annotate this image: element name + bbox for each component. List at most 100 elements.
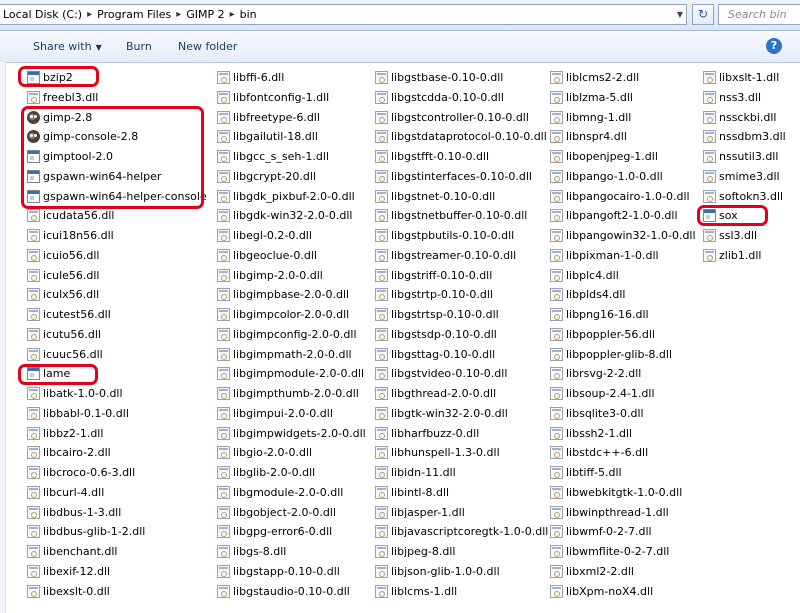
dll-file-icon: [27, 387, 40, 400]
dll-file-icon: [217, 110, 230, 124]
file-name: libgstrtsp-0.10-0.dll: [391, 308, 499, 321]
dll-file-icon: [217, 71, 230, 84]
dll-file-icon: [550, 525, 563, 539]
file-name: libffi-6.dll: [233, 71, 285, 84]
burn-button[interactable]: Burn: [126, 40, 152, 53]
dll-file-icon: [217, 229, 230, 242]
file-name: libgimpthumb-2.0-0.dll: [233, 387, 359, 400]
dll-file-icon: [703, 189, 716, 203]
dll-file-icon: [550, 387, 563, 400]
refresh-icon[interactable]: ↻: [692, 4, 714, 25]
help-icon[interactable]: ?: [766, 38, 782, 54]
dll-file-icon: [550, 327, 563, 341]
file-name: libgthread-2.0-0.dll: [391, 387, 497, 400]
dll-file-icon: [703, 130, 716, 144]
breadcrumb-separator-icon[interactable]: ▸: [228, 9, 237, 20]
breadcrumb-bin[interactable]: bin: [237, 8, 260, 21]
file-name: librsvg-2-2.dll: [566, 367, 642, 381]
breadcrumb-gimp2[interactable]: GIMP 2: [183, 8, 227, 21]
dll-file-icon: [375, 189, 388, 203]
file-name: libexif-12.dll: [43, 564, 111, 578]
dll-file-icon: [217, 288, 230, 302]
command-bar: Share with ▼ Burn New folder ?: [0, 31, 800, 63]
breadcrumb-separator-icon[interactable]: ▸: [85, 9, 94, 20]
dll-file-icon: [217, 327, 230, 341]
chevron-down-icon: ▼: [95, 43, 102, 52]
file-name: libexslt-0.dll: [43, 584, 110, 598]
file-name: libgstsdp-0.10-0.dll: [391, 327, 497, 341]
dll-file-icon: [27, 525, 40, 539]
file-name: ssl3.dll: [719, 229, 758, 242]
address-dropdown-icon[interactable]: ▼: [677, 10, 683, 19]
dll-file-icon: [217, 485, 230, 499]
dll-file-icon: [375, 367, 388, 381]
dll-file-icon: [703, 229, 716, 242]
dll-file-icon: [27, 485, 40, 499]
file-name: libgimp-2.0-0.dll: [233, 268, 323, 282]
dll-file-icon: [550, 426, 563, 440]
dll-file-icon: [550, 347, 563, 361]
dll-file-icon: [217, 466, 230, 479]
file-name: libjson-glib-1.0-0.dll: [391, 564, 500, 578]
dll-file-icon: [27, 229, 40, 242]
dll-file-icon: [550, 308, 563, 321]
dll-file-icon: [217, 505, 230, 519]
file-name: icutest56.dll: [43, 308, 111, 321]
dll-file-icon: [375, 564, 388, 578]
file-name: nssutil3.dll: [719, 150, 779, 163]
file-name: libgstdataprotocol-0.10-0.dll: [391, 130, 547, 144]
file-name: icudata56.dll: [43, 209, 115, 223]
file-name: libpoppler-56.dll: [566, 327, 655, 341]
file-name: icutu56.dll: [43, 327, 101, 341]
file-name: libgailutil-18.dll: [233, 130, 318, 144]
search-input[interactable]: Search bin: [718, 4, 800, 25]
file-name: libgimpmath-2.0-0.dll: [233, 347, 352, 361]
dll-file-icon: [217, 90, 230, 104]
dll-file-icon: [550, 248, 563, 262]
file-name: libjpeg-8.dll: [391, 545, 456, 558]
file-name: libwinpthread-1.dll: [566, 505, 669, 519]
file-name: libstdc++-6.dll: [566, 446, 649, 460]
address-bar[interactable]: Local Disk (C:) ▸ Program Files ▸ GIMP 2…: [0, 4, 687, 25]
new-folder-button[interactable]: New folder: [178, 40, 237, 53]
dll-file-icon: [217, 150, 230, 163]
file-name: libgstapp-0.10-0.dll: [233, 564, 340, 578]
dll-file-icon: [703, 90, 716, 104]
file-name: libgobject-2.0-0.dll: [233, 505, 336, 519]
file-name: libpangocairo-1.0-0.dll: [566, 189, 690, 203]
file-name: libwebkitgtk-1.0-0.dll: [566, 485, 683, 499]
dll-file-icon: [217, 525, 230, 539]
dll-file-icon: [703, 248, 716, 262]
breadcrumb-program-files[interactable]: Program Files: [94, 8, 174, 21]
dll-file-icon: [550, 90, 563, 104]
file-name: libwmflite-0-2-7.dll: [566, 545, 670, 558]
dll-file-icon: [550, 130, 563, 144]
file-name: libgimpconfig-2.0-0.dll: [233, 327, 357, 341]
dll-file-icon: [27, 268, 40, 282]
file-name: libgtk-win32-2.0-0.dll: [391, 406, 508, 420]
file-name: libtiff-5.dll: [566, 466, 622, 479]
file-name: libatk-1.0-0.dll: [43, 387, 123, 400]
dll-file-icon: [550, 505, 563, 519]
file-name: libcairo-2.dll: [43, 446, 111, 460]
share-with-button[interactable]: Share with ▼: [33, 40, 102, 53]
address-bar-area: Local Disk (C:) ▸ Program Files ▸ GIMP 2…: [0, 0, 800, 31]
file-name: smime3.dll: [719, 169, 780, 183]
file-name: libmng-1.dll: [566, 110, 632, 124]
breadcrumb-separator-icon[interactable]: ▸: [174, 9, 183, 20]
dll-file-icon: [703, 169, 716, 183]
dll-file-icon: [375, 347, 388, 361]
file-name: libpng16-16.dll: [566, 308, 649, 321]
dll-file-icon: [550, 229, 563, 242]
dll-file-icon: [27, 426, 40, 440]
dll-file-icon: [703, 150, 716, 163]
dll-file-icon: [375, 327, 388, 341]
dll-file-icon: [27, 248, 40, 262]
dll-file-icon: [550, 150, 563, 163]
file-name: libsoup-2.4-1.dll: [566, 387, 655, 400]
dll-file-icon: [27, 288, 40, 302]
file-name: zlib1.dll: [719, 248, 762, 262]
dll-file-icon: [217, 347, 230, 361]
breadcrumb-local-disk[interactable]: Local Disk (C:): [0, 8, 85, 21]
file-name: libgmodule-2.0-0.dll: [233, 485, 344, 499]
